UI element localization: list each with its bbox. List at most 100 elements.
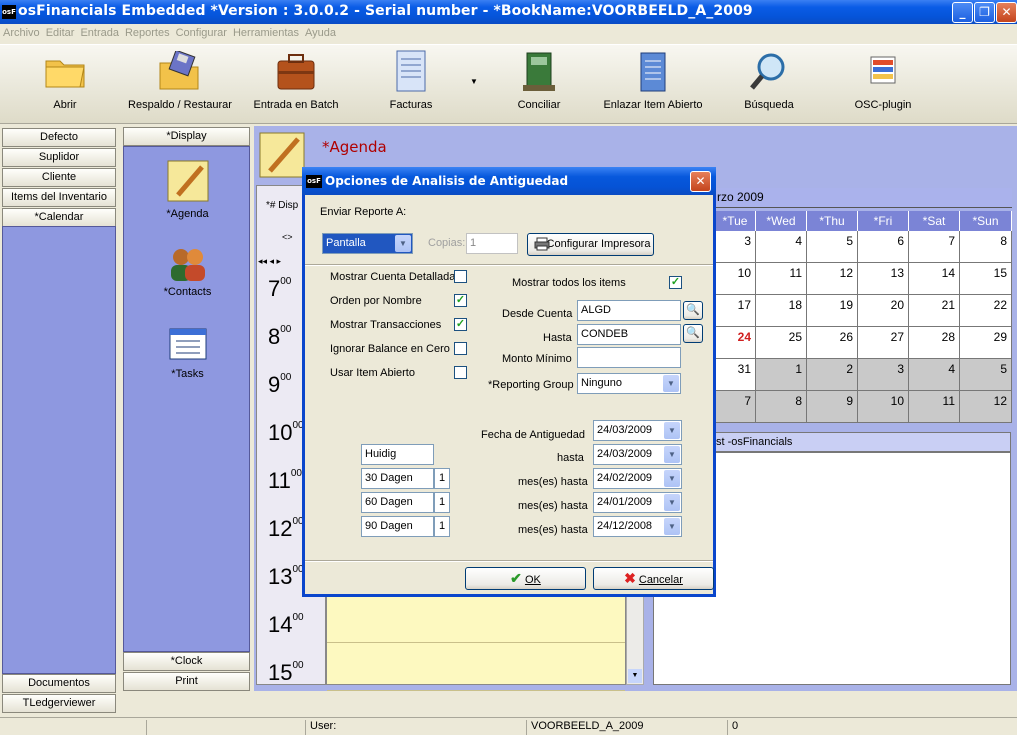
aging-name-input[interactable]: 90 Dagen [361,516,434,537]
menu-herramientas[interactable]: Herramientas [230,24,302,39]
display-header[interactable]: *Display [123,127,250,146]
menu-editar[interactable]: Editar [43,24,78,39]
calendar-day[interactable]: 7 [909,231,960,263]
fecha-dropdown-icon[interactable]: ▼ [664,422,680,439]
calendar-day[interactable]: 19 [807,295,858,327]
calendar-day[interactable]: 7 [715,391,756,423]
nav-arrows-icon[interactable]: ◂◂ ◂ ▸ [258,256,281,267]
aging-date-select[interactable]: 24/01/2009 ▼ [593,492,682,513]
calendar-day[interactable]: 12 [960,391,1012,423]
cancel-button[interactable]: ✖ Cancelar [593,567,714,590]
enlazar-button[interactable]: Enlazar Item Abierto [600,49,706,111]
aging-name-input[interactable]: Huidig [361,444,434,465]
option-checkbox[interactable]: ✓ [454,318,467,331]
restore-button[interactable]: ❐ [974,2,995,23]
desde-search-icon[interactable]: 🔍 [683,301,703,320]
aging-months-input[interactable]: 1 [434,516,450,537]
calendar-day[interactable]: 18 [756,295,807,327]
facturas-button[interactable]: Facturas [383,49,439,111]
calendar-day[interactable]: 11 [909,391,960,423]
close-button[interactable]: ✕ [996,2,1017,23]
calendar-day[interactable]: 25 [756,327,807,359]
contacts-item[interactable]: *Contacts [124,243,251,298]
desde-input[interactable]: ALGD [577,300,681,321]
calendar-day[interactable]: 12 [807,263,858,295]
calendar-day[interactable]: 27 [858,327,909,359]
date-dropdown-icon[interactable]: ▼ [664,494,680,511]
calendar-day[interactable]: 9 [807,391,858,423]
tasks-item[interactable]: *Tasks [124,325,251,380]
calendar-day[interactable]: 17 [715,295,756,327]
option-checkbox[interactable] [454,366,467,379]
hasta-input[interactable]: CONDEB [577,324,681,345]
calendar-day[interactable]: 15 [960,263,1012,295]
reporting-dropdown-icon[interactable]: ▼ [663,375,679,392]
ok-button[interactable]: ✔ OK [465,567,586,590]
calendar-day[interactable]: 3 [715,231,756,263]
option-checkbox[interactable] [454,342,467,355]
calendar-day[interactable]: 5 [960,359,1012,391]
respaldo-button[interactable]: Respaldo / Restaurar [125,49,235,111]
menu-ayuda[interactable]: Ayuda [302,24,339,39]
nav-tledgerviewer[interactable]: TLedgerviewer [2,694,116,713]
nav-calendar[interactable]: *Calendar [2,208,116,227]
print-button[interactable]: Print [123,672,250,691]
calendar-day[interactable]: 2 [807,359,858,391]
option-checkbox[interactable]: ✓ [454,294,467,307]
option-checkbox[interactable] [454,270,467,283]
configurar-impresora-button[interactable]: Configurar Impresora [527,233,654,256]
date-dropdown-icon[interactable]: ▼ [664,446,680,463]
enviar-select[interactable]: Pantalla ▼ [322,233,413,254]
calendar-day[interactable]: 26 [807,327,858,359]
nav-defecto[interactable]: Defecto [2,128,116,147]
menu-archivo[interactable]: Archivo [0,24,43,39]
calendar-day[interactable]: 1 [756,359,807,391]
calendar-day[interactable]: 10 [715,263,756,295]
calendar-day[interactable]: 11 [756,263,807,295]
mostrar-todos-checkbox[interactable]: ✓ [669,276,682,289]
reporting-select[interactable]: Ninguno ▼ [577,373,681,394]
abrir-button[interactable]: Abrir [30,49,100,111]
menu-configurar[interactable]: Configurar [173,24,230,39]
fecha-select[interactable]: 24/03/2009 ▼ [593,420,682,441]
menu-entrada[interactable]: Entrada [77,24,122,39]
dialog-close-button[interactable]: ✕ [690,171,711,192]
batch-button[interactable]: Entrada en Batch [248,49,344,111]
monto-input[interactable] [577,347,681,368]
aging-date-select[interactable]: 24/03/2009 ▼ [593,444,682,465]
calendar-day[interactable]: 22 [960,295,1012,327]
aging-months-input[interactable]: 1 [434,468,450,489]
calendar-day[interactable]: 6 [858,231,909,263]
calendar-day[interactable]: 3 [858,359,909,391]
minimize-button[interactable]: _ [952,2,973,23]
date-dropdown-icon[interactable]: ▼ [664,518,680,535]
calendar-day[interactable]: 8 [756,391,807,423]
calendar-day[interactable]: 21 [909,295,960,327]
calendar-day[interactable]: 4 [909,359,960,391]
nav-documentos[interactable]: Documentos [2,674,116,693]
osc-plugin-button[interactable]: OSC-plugin [850,49,916,111]
calendar-day[interactable]: 4 [756,231,807,263]
calendar-day[interactable]: 28 [909,327,960,359]
calendar-day[interactable]: 29 [960,327,1012,359]
calendar-day[interactable]: 8 [960,231,1012,263]
scroll-down-icon[interactable]: ▼ [628,669,642,683]
date-dropdown-icon[interactable]: ▼ [664,470,680,487]
aging-date-select[interactable]: 24/02/2009 ▼ [593,468,682,489]
clock-button[interactable]: *Clock [123,652,250,671]
aging-name-input[interactable]: 60 Dagen [361,492,434,513]
calendar-day[interactable]: 10 [858,391,909,423]
calendar-day[interactable]: 20 [858,295,909,327]
nav-suplidor[interactable]: Suplidor [2,148,116,167]
conciliar-button[interactable]: Conciliar [510,49,568,111]
calendar-day[interactable]: 24 [715,327,756,359]
hasta-search-icon[interactable]: 🔍 [683,324,703,343]
enviar-dropdown-icon[interactable]: ▼ [395,235,411,252]
aging-name-input[interactable]: 30 Dagen [361,468,434,489]
busqueda-button[interactable]: Búsqueda [740,49,798,111]
menu-reportes[interactable]: Reportes [122,24,173,39]
calendar-day[interactable]: 31 [715,359,756,391]
facturas-dropdown-icon[interactable]: ▼ [470,77,478,86]
nav-cliente[interactable]: Cliente [2,168,116,187]
aging-months-input[interactable]: 1 [434,492,450,513]
